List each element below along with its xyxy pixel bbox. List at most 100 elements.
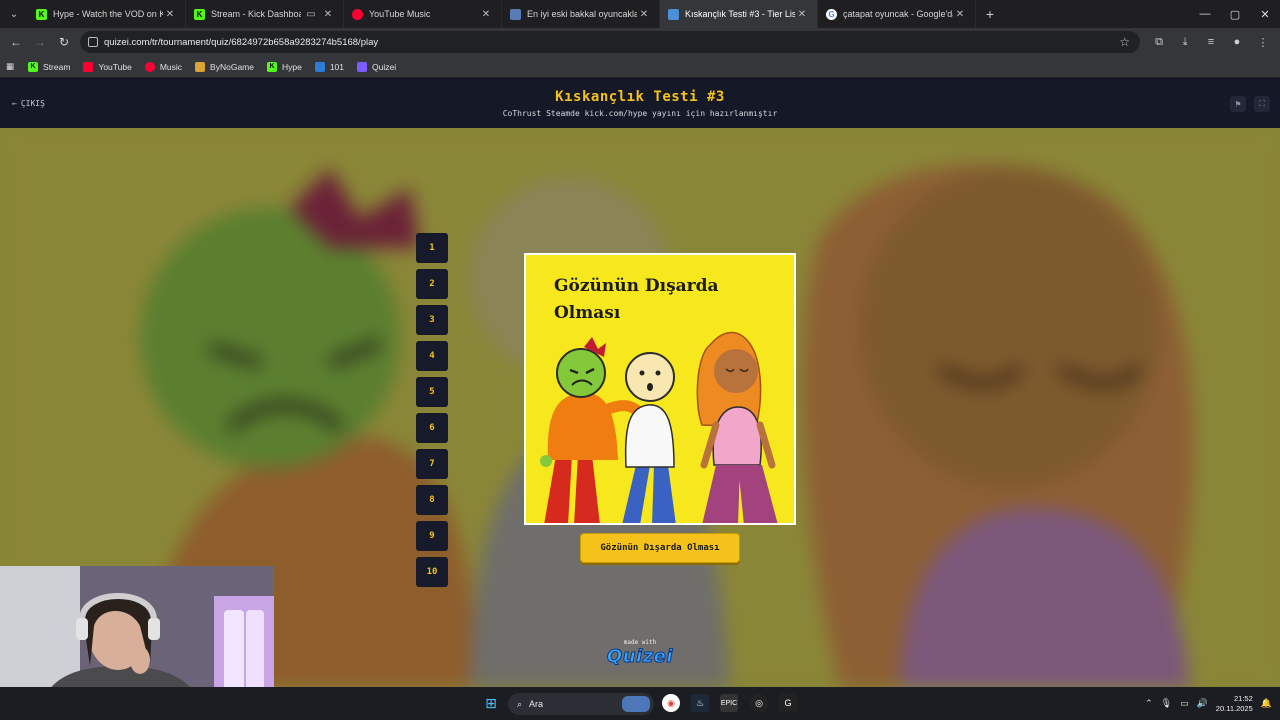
tab-bakkal-oyuncak[interactable]: En iyi eski bakkal oyuncakları - ✕ [502, 0, 660, 28]
bookmark-youtube[interactable]: YouTube [83, 61, 132, 72]
g-hub-icon[interactable]: G [779, 694, 797, 712]
chevron-up-icon[interactable]: ⌃ [1145, 698, 1153, 709]
bookmark-quizei[interactable]: Quizei [357, 61, 397, 72]
tab-label: Kıskançlık Testi #3 - Tier List, Ki [685, 9, 795, 19]
question-number-button[interactable]: 7 [416, 449, 448, 479]
quiz-subtitle: CoThrust Steamde kick.com/hype yayını iç… [502, 109, 778, 118]
made-with-quizei[interactable]: made with Quizei [600, 639, 680, 668]
bookmark-hype[interactable]: K Hype [266, 61, 302, 72]
kick-icon: K [28, 61, 39, 72]
tab-google-search[interactable]: G çatapat oyuncak - Google'da A ✕ [818, 0, 976, 28]
quiz-header: ← ÇIKIŞ Kıskançlık Testi #3 CoThrust Ste… [0, 79, 1280, 128]
quizei-icon [357, 61, 368, 72]
volume-icon[interactable]: 🔊 [1197, 698, 1208, 709]
extensions-icon[interactable]: ⧉ [1148, 31, 1170, 53]
question-number-button[interactable]: 9 [416, 521, 448, 551]
close-window-icon[interactable]: ✕ [1250, 0, 1280, 28]
tab-search-icon[interactable]: ⌄ [0, 0, 28, 28]
question-number-button[interactable]: 6 [416, 413, 448, 443]
google-icon: G [826, 8, 837, 20]
site-info-icon[interactable] [88, 37, 98, 47]
tab-label: Stream - Kick Dashboard [211, 9, 301, 19]
bookmark-music[interactable]: Music [144, 61, 183, 72]
url-text: quizei.com/tr/tournament/quiz/6824972b65… [104, 36, 379, 48]
clock-date: 20.11.2025 [1215, 703, 1253, 713]
bookmark-label: Music [159, 61, 183, 72]
minimize-icon[interactable]: — [1190, 0, 1220, 28]
close-tab-icon[interactable]: ✕ [795, 9, 809, 20]
windows-start-icon[interactable]: ⊞ [482, 694, 500, 712]
app-icon[interactable]: ◎ [750, 694, 768, 712]
header-actions: ⚑ ⛶ [1230, 96, 1270, 112]
tab-kick-vod[interactable]: K Hype - Watch the VOD on Kick ✕ [28, 0, 186, 28]
card-caption-line: Gözünün Dışarda [554, 276, 719, 296]
quizei-icon [668, 8, 679, 20]
question-card[interactable]: Gözünün Dışarda Olması [524, 253, 796, 525]
microphone-icon[interactable]: 🎙 [1161, 698, 1172, 709]
bookmark-bynogame[interactable]: ByNoGame [195, 61, 254, 72]
taskbar-search-label: Ara [529, 699, 544, 709]
chrome-icon[interactable]: ◉ [662, 694, 680, 712]
fullscreen-icon[interactable]: ⛶ [1254, 96, 1270, 112]
youtube-music-icon [144, 61, 155, 72]
question-number-button[interactable]: 2 [416, 269, 448, 299]
download-icon[interactable]: ⤓ [1174, 31, 1196, 53]
forward-icon[interactable]: → [28, 30, 52, 54]
question-number-button[interactable]: 5 [416, 377, 448, 407]
question-number-button[interactable]: 3 [416, 305, 448, 335]
bookmark-label: Quizei [372, 61, 397, 72]
steam-icon[interactable]: ♨ [691, 694, 709, 712]
tab-label: En iyi eski bakkal oyuncakları - [527, 9, 637, 19]
bynogame-icon [195, 61, 206, 72]
epic-games-icon[interactable]: EPIC [720, 694, 738, 712]
tab-kiskanclik-testi[interactable]: Kıskançlık Testi #3 - Tier List, Ki ✕ [660, 0, 818, 28]
answer-button[interactable]: Gözünün Dışarda Olması [580, 533, 740, 563]
browser-toolbar: ← → ↻ quizei.com/tr/tournament/quiz/6824… [0, 28, 1280, 56]
youtube-music-icon [352, 8, 363, 20]
tab-label: Hype - Watch the VOD on Kick [53, 9, 163, 19]
bookmark-stream[interactable]: K Stream [28, 61, 70, 72]
kick-icon: K [266, 61, 277, 72]
network-icon[interactable]: ▭ [1180, 698, 1189, 709]
back-icon[interactable]: ← [4, 30, 28, 54]
maximize-icon[interactable]: ▢ [1220, 0, 1250, 28]
tab-kick-dashboard[interactable]: K Stream - Kick Dashboard ▭ ✕ [186, 0, 344, 28]
question-number-button[interactable]: 8 [416, 485, 448, 515]
site-icon [510, 8, 521, 20]
browser-tab-strip: ⌄ K Hype - Watch the VOD on Kick ✕ K Str… [0, 0, 1280, 28]
close-tab-icon[interactable]: ✕ [637, 9, 651, 20]
taskbar-search[interactable]: ⌕ Ara [508, 693, 654, 715]
notification-bell-icon[interactable]: 🔔 [1261, 698, 1272, 709]
reload-icon[interactable]: ↻ [52, 30, 76, 54]
search-highlight-icon [622, 696, 650, 712]
system-tray: ⌃ 🎙 ▭ 🔊 21:52 20.11.2025 🔔 [1145, 687, 1272, 720]
close-tab-icon[interactable]: ✕ [953, 9, 967, 20]
close-tab-icon[interactable]: ✕ [479, 9, 493, 20]
more-menu-icon[interactable]: ⋮ [1252, 31, 1274, 53]
close-tab-icon[interactable]: ✕ [321, 9, 335, 20]
quiz-title: Kıskançlık Testi #3 [555, 89, 725, 105]
question-number-button[interactable]: 4 [416, 341, 448, 371]
bookmark-label: YouTube [98, 61, 132, 72]
bookmark-101[interactable]: 101 [314, 61, 344, 72]
bookmark-label: ByNoGame [210, 61, 254, 72]
close-tab-icon[interactable]: ✕ [163, 9, 177, 20]
toolbar-actions: ⧉ ⤓ ≡ ● ⋮ [1148, 28, 1274, 56]
flag-icon[interactable]: ⚑ [1230, 96, 1246, 112]
tab-cast-icon[interactable]: ▭ [301, 9, 321, 20]
bookmark-star-icon[interactable]: ☆ [1119, 35, 1130, 49]
search-icon: ⌕ [517, 698, 523, 709]
media-icon[interactable]: ≡ [1200, 31, 1222, 53]
made-with-label: made with [623, 639, 657, 646]
bookmarks-bar: ▦ K Stream YouTube Music ByNoGame K Hype 1… [0, 56, 1280, 78]
site-icon [314, 61, 325, 72]
clock[interactable]: 21:52 20.11.2025 [1216, 694, 1253, 714]
windows-taskbar: ⊞ ⌕ Ara ◉ ♨ EPIC ◎ G ⌃ 🎙 ▭ 🔊 21:52 20.11… [0, 687, 1280, 720]
tab-youtube-music[interactable]: YouTube Music ✕ [344, 0, 502, 28]
address-bar[interactable]: quizei.com/tr/tournament/quiz/6824972b65… [80, 31, 1140, 53]
new-tab-icon[interactable]: + [976, 6, 1004, 22]
profile-avatar-icon[interactable]: ● [1226, 31, 1248, 53]
question-number-button[interactable]: 10 [416, 557, 448, 587]
apps-grid-icon[interactable]: ▦ [6, 61, 14, 72]
question-number-button[interactable]: 1 [416, 233, 448, 263]
